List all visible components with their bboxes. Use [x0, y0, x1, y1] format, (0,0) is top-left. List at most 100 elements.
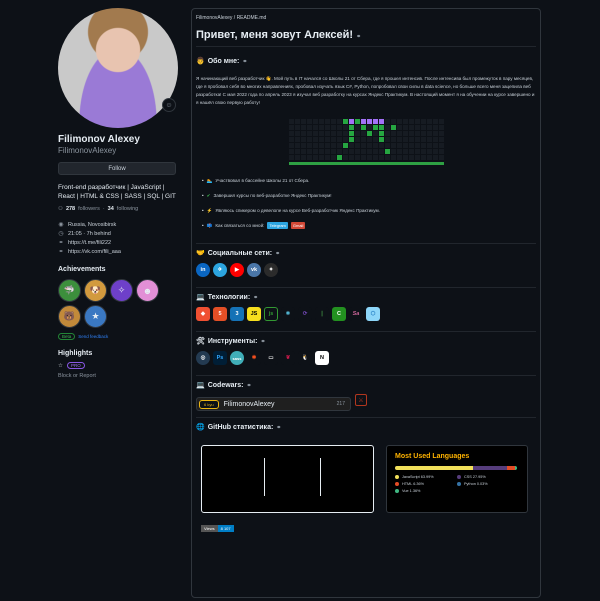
- lang-bar-segment: [507, 466, 515, 470]
- anchor-link-icon[interactable]: ⚭: [356, 34, 361, 40]
- contribution-cell: [324, 125, 330, 130]
- linux-icon: 🐧: [298, 351, 312, 365]
- feedback-link[interactable]: Send feedback: [78, 334, 108, 339]
- lang-dot-icon: [395, 475, 399, 479]
- link-row-1[interactable]: ⚭ https://t.me/fili222: [58, 238, 178, 247]
- contribution-cell: [408, 119, 414, 124]
- contribution-cell: [432, 149, 438, 154]
- contribution-cell: [336, 143, 342, 148]
- anchor-link-icon[interactable]: ⚭: [247, 382, 252, 389]
- contribution-cell: [378, 149, 384, 154]
- contribution-cell: [342, 131, 348, 136]
- github-stats-card[interactable]: [201, 445, 374, 513]
- contribution-cell: [342, 125, 348, 130]
- about-title: 👨 Обо мне: ⚭: [196, 57, 248, 66]
- contribution-cell: [396, 143, 402, 148]
- check-icon: ✔: [206, 192, 211, 198]
- lang-bar-segment: [514, 466, 517, 470]
- contribution-cell: [306, 155, 312, 160]
- contribution-cell: [438, 137, 444, 142]
- contribution-cell: [432, 155, 438, 160]
- top-languages-card[interactable]: Most Used Languages JavaScript 63.99% CSS…: [386, 445, 528, 513]
- contribution-cell: [414, 119, 420, 124]
- followers-count[interactable]: 278: [66, 206, 75, 212]
- contribution-cell: [414, 131, 420, 136]
- youtube-icon[interactable]: ▶: [230, 263, 244, 277]
- contribution-cell: [420, 131, 426, 136]
- tools-section: 🛠 Инструменты: ⚭ ◎ Ps sass ✱ ▭ ❦ 🐧 N: [196, 331, 536, 365]
- contribution-cell: [324, 149, 330, 154]
- codewars-user: FilimonovAlexey: [223, 400, 275, 408]
- profile-sidebar: ☺ Filimonov Alexey FilimonovAlexey Follo…: [58, 8, 178, 379]
- contribution-cell: [390, 131, 396, 136]
- codewars-badge[interactable]: 6 kyu FilimonovAlexey 217: [196, 397, 351, 411]
- clock-icon: ◷: [58, 231, 64, 237]
- contribution-cell: [288, 119, 294, 124]
- contribution-cell: [330, 125, 336, 130]
- bash-icon: ▭: [264, 351, 278, 365]
- figma-icon: ✱: [247, 351, 261, 365]
- achievement-pull-shark-icon[interactable]: 🦈: [58, 279, 81, 302]
- telegram-icon[interactable]: ✈: [213, 263, 227, 277]
- contribution-cell: [312, 143, 318, 148]
- followers-label[interactable]: followers: [78, 206, 100, 212]
- lang-legend-label: JavaScript 63.99%: [402, 475, 434, 479]
- block-report-link[interactable]: Block or Report: [58, 373, 178, 379]
- about-bullets: • 🏊 Участвовал в бассейне Школы 21 от Сбер…: [202, 173, 536, 233]
- following-label[interactable]: following: [117, 206, 138, 212]
- status-icon[interactable]: ☺: [162, 98, 176, 112]
- contribution-cell: [300, 155, 306, 160]
- contribution-cell: [306, 119, 312, 124]
- breadcrumb[interactable]: FilimonovAlexey / README.md: [196, 15, 536, 21]
- contribution-grid: [288, 119, 444, 160]
- contribution-cell: [420, 137, 426, 142]
- contribution-cell: [336, 155, 342, 160]
- anchor-link-icon[interactable]: ⚭: [275, 250, 280, 257]
- vk-icon[interactable]: vk: [247, 263, 261, 277]
- anchor-link-icon[interactable]: ⚭: [253, 294, 258, 301]
- star-icon[interactable]: ✦: [264, 263, 278, 277]
- avatar[interactable]: ☺: [58, 8, 178, 128]
- codewars-logo-icon[interactable]: ⚔: [355, 394, 367, 406]
- achievement-quickdraw-icon[interactable]: 🐻: [58, 305, 81, 328]
- following-count[interactable]: 34: [108, 206, 114, 212]
- achievement-galaxy-icon[interactable]: ✧: [110, 279, 133, 302]
- contribution-cell: [396, 155, 402, 160]
- location-icon: ◉: [58, 222, 64, 228]
- telegram-badge[interactable]: Telegram: [267, 222, 288, 229]
- readme-panel: FilimonovAlexey / README.md Привет, меня…: [191, 8, 541, 598]
- anchor-link-icon[interactable]: ⚭: [242, 58, 247, 65]
- contribution-cell: [366, 137, 372, 142]
- linkedin-icon[interactable]: in: [196, 263, 210, 277]
- sass-tool-icon: sass: [230, 351, 244, 365]
- time-row: ◷ 21:05 · 7h behind: [58, 230, 111, 238]
- achievement-heart-icon[interactable]: ☻: [136, 279, 159, 302]
- contribution-cell: [366, 131, 372, 136]
- gmail-badge[interactable]: Gmail: [290, 222, 306, 229]
- contribution-cell: [372, 143, 378, 148]
- contribution-cell: [354, 149, 360, 154]
- link-row-2[interactable]: ⚭ https://vk.com/fili_aaa: [58, 247, 178, 256]
- contribution-cell: [324, 155, 330, 160]
- contribution-cell: [390, 149, 396, 154]
- contribution-cell: [360, 155, 366, 160]
- anchor-link-icon[interactable]: ⚭: [276, 424, 281, 431]
- location-row: ◉ Russia, Novosibirsk: [58, 221, 117, 229]
- photoshop-icon: Ps: [213, 351, 227, 365]
- achievement-starstruck-icon[interactable]: ★: [84, 305, 107, 328]
- react-icon: ⚛: [281, 307, 295, 321]
- contribution-cell: [330, 137, 336, 142]
- achievement-yolo-icon[interactable]: 🐶: [84, 279, 107, 302]
- contribution-cell: [300, 131, 306, 136]
- contribution-cell: [402, 125, 408, 130]
- css3-icon: 3: [230, 307, 244, 321]
- codewars-rank: 6 kyu: [199, 399, 219, 409]
- anchor-link-icon[interactable]: ⚭: [261, 338, 266, 345]
- snowflake-icon: 🏊: [206, 177, 213, 183]
- profile-login: FilimonovAlexey: [58, 146, 117, 155]
- follow-button[interactable]: Follow: [58, 162, 176, 175]
- tools-title: 🛠 Инструменты: ⚭: [196, 337, 266, 346]
- achievements-title: Achievements: [58, 266, 106, 273]
- lang-legend-label: CSS 27.95%: [464, 475, 486, 479]
- lang-legend: JavaScript 63.99% CSS 27.95% HTML 6.36% Pyt…: [395, 475, 519, 493]
